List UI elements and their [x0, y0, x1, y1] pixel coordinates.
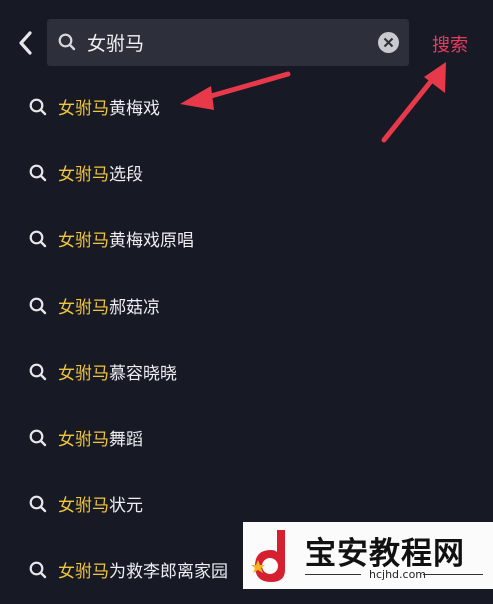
back-arrow-icon[interactable]: [12, 28, 40, 58]
suggestion-text: 女驸马为救李郎离家园: [58, 557, 228, 582]
suggestion-text: 女驸马状元: [58, 491, 143, 516]
suggestion-keyword: 女驸马: [58, 496, 109, 517]
search-icon: [58, 33, 76, 51]
search-icon: [29, 363, 47, 380]
suggestion-keyword: 女驸马: [58, 363, 109, 384]
suggestion-keyword: 女驸马: [58, 297, 109, 318]
suggestion-rest: 黄梅戏原唱: [109, 231, 194, 252]
watermark-url: hcjhd.com: [369, 568, 427, 581]
search-icon: [29, 561, 47, 579]
suggestion-keyword: 女驸马: [58, 429, 109, 450]
search-icon: [29, 230, 47, 248]
suggestion-rest: 选段: [109, 165, 143, 186]
search-icon: [29, 429, 47, 447]
search-bar[interactable]: [47, 19, 409, 66]
suggestion-keyword: 女驸马: [58, 231, 109, 252]
suggestion-text: 女驸马黄梅戏: [58, 94, 160, 119]
suggestion-rest: 为救李郎离家园: [109, 562, 228, 583]
search-icon: [29, 495, 47, 513]
suggestion-item[interactable]: 女驸马慕容晓晓: [0, 339, 493, 405]
suggestion-rest: 慕容晓晓: [109, 363, 177, 384]
watermark: 宝安教程网 hcjhd.com: [243, 522, 493, 589]
suggestion-keyword: 女驸马: [58, 165, 109, 186]
clear-input-icon[interactable]: [378, 32, 399, 53]
search-icon: [29, 164, 47, 182]
suggestion-item[interactable]: 女驸马舞蹈: [0, 405, 493, 471]
suggestion-rest: 状元: [109, 496, 143, 517]
suggestion-keyword: 女驸马: [58, 562, 109, 583]
suggestion-text: 女驸马选段: [58, 160, 143, 185]
suggestion-keyword: 女驸马: [58, 99, 109, 119]
suggestion-rest: 黄梅戏: [109, 99, 160, 119]
suggestion-rest: 郝菇凉: [109, 297, 160, 318]
watermark-title: 宝安教程网: [305, 536, 465, 572]
watermark-logo-icon: [251, 530, 285, 582]
suggestion-text: 女驸马黄梅戏原唱: [58, 226, 194, 251]
suggestion-rest: 舞蹈: [109, 429, 143, 450]
suggestion-item[interactable]: 女驸马选段: [0, 140, 493, 206]
search-icon: [29, 98, 47, 116]
search-input[interactable]: [87, 25, 367, 60]
suggestion-item[interactable]: 女驸马黄梅戏: [0, 74, 493, 140]
watermark-divider: [423, 574, 483, 575]
search-button[interactable]: 搜索: [422, 31, 478, 59]
suggestion-item[interactable]: 女驸马郝菇凉: [0, 273, 493, 339]
suggestion-item[interactable]: 女驸马黄梅戏原唱: [0, 206, 493, 272]
suggestion-text: 女驸马舞蹈: [58, 425, 143, 450]
watermark-divider: [305, 574, 361, 575]
suggestion-text: 女驸马慕容晓晓: [58, 359, 177, 384]
search-icon: [29, 297, 47, 314]
suggestion-text: 女驸马郝菇凉: [58, 293, 160, 318]
